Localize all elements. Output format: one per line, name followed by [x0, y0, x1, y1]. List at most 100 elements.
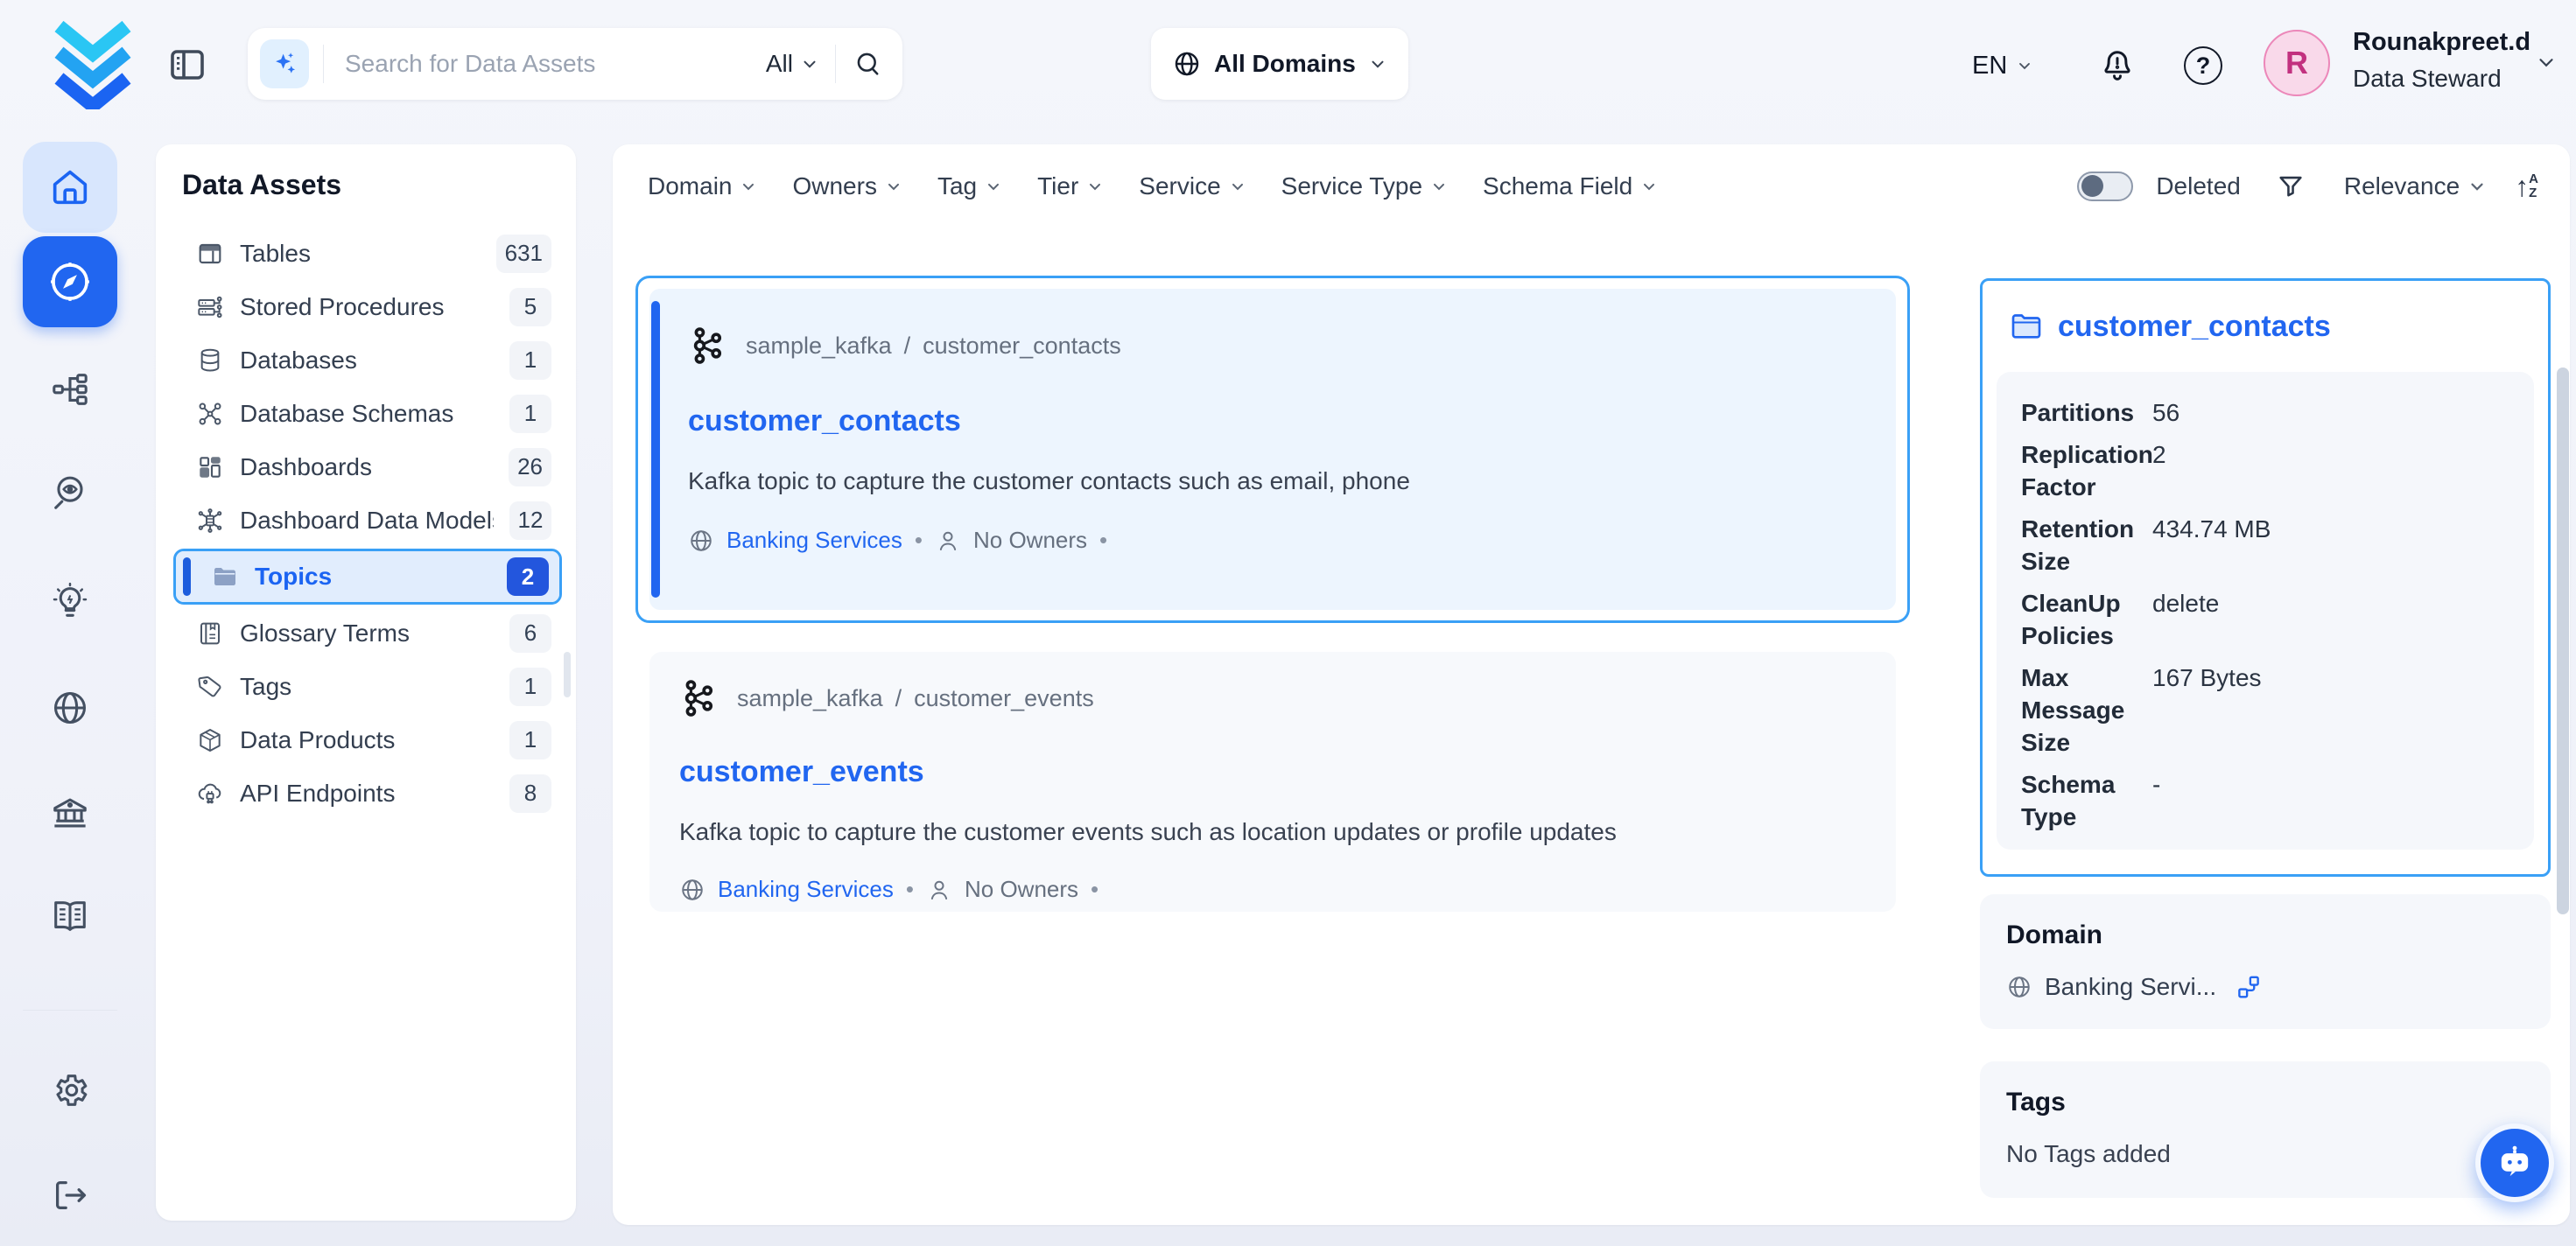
globe-icon: [1172, 49, 1202, 79]
language-dropdown[interactable]: EN: [1972, 0, 2033, 131]
result-card-body: sample_kafka / customer_contacts custome…: [649, 289, 1896, 610]
sidebar-item-tags[interactable]: Tags 1: [173, 660, 562, 713]
sidebar-scrollbar[interactable]: [564, 652, 571, 697]
domain-value[interactable]: Banking Servi...: [2045, 973, 2216, 1001]
topic-config-box: Partitions56 Replication Factor2 Retenti…: [1997, 372, 2534, 850]
preview-title-link[interactable]: customer_contacts: [2058, 310, 2331, 344]
breadcrumb-name[interactable]: customer_events: [914, 685, 1094, 712]
domain-heading: Domain: [2006, 920, 2524, 950]
observability-icon[interactable]: [50, 472, 90, 513]
dot-separator: •: [915, 527, 923, 554]
glossary-book-icon[interactable]: [50, 896, 90, 936]
chat-bot-button[interactable]: [2475, 1124, 2554, 1202]
nav-home[interactable]: [23, 142, 117, 233]
nav-rail: [0, 131, 140, 1246]
avatar[interactable]: R: [2264, 30, 2330, 96]
filter-service[interactable]: Service: [1139, 172, 1246, 200]
chevron-down-icon[interactable]: [2535, 51, 2558, 74]
property-row: Partitions56: [2021, 396, 2534, 429]
result-card-customer-events[interactable]: sample_kafka / customer_events customer_…: [649, 652, 1896, 912]
sort-arrow-glyph: ↑: [2515, 172, 2529, 200]
sidebar-item-database-schemas[interactable]: Database Schemas 1: [173, 387, 562, 440]
sidebar-item-dashboard-data-models[interactable]: Dashboard Data Models 12: [173, 494, 562, 547]
dashboard-icon: [196, 453, 224, 481]
sort-z-glyph: Z: [2529, 186, 2538, 200]
asset-domain-link[interactable]: Banking Services: [718, 876, 894, 903]
glossary-term-icon: [196, 620, 224, 648]
chevron-down-icon: [885, 178, 902, 195]
sidebar-item-glossary-terms[interactable]: Glossary Terms 6: [173, 606, 562, 660]
sidebar-item-stored-procedures[interactable]: Stored Procedures 5: [173, 280, 562, 333]
govern-bank-icon[interactable]: [50, 793, 90, 833]
api-cloud-icon: [196, 780, 224, 808]
logout-icon[interactable]: [50, 1175, 90, 1215]
hierarchy-link-icon[interactable]: [2236, 974, 2262, 1000]
search-scope-dropdown[interactable]: All: [766, 50, 819, 78]
filter-funnel-icon[interactable]: [2276, 172, 2306, 201]
ai-sparkle-icon[interactable]: [260, 39, 309, 88]
result-card-customer-contacts[interactable]: sample_kafka / customer_contacts custome…: [635, 276, 1910, 623]
folder-icon: [2009, 309, 2044, 344]
sidebar-item-dashboards[interactable]: Dashboards 26: [173, 440, 562, 494]
sort-by-dropdown[interactable]: Relevance: [2344, 172, 2487, 200]
user-menu[interactable]: Rounakpreet.d Data Steward: [2353, 26, 2530, 94]
property-value: -: [2152, 768, 2534, 833]
filter-service-type[interactable]: Service Type: [1281, 172, 1448, 200]
active-indicator-bar: [183, 557, 191, 596]
nav-explore[interactable]: [23, 236, 117, 327]
filter-label: Service: [1139, 172, 1220, 200]
sidebar-item-tables[interactable]: Tables 631: [173, 227, 562, 280]
user-name: Rounakpreet.d: [2353, 26, 2530, 60]
search-icon[interactable]: [853, 49, 883, 79]
app-root: Search for Data Assets All All Domains E…: [0, 0, 2576, 1246]
help-icon[interactable]: ?: [2184, 0, 2222, 131]
filter-domain[interactable]: Domain: [648, 172, 757, 200]
sidebar-item-topics-selected[interactable]: Topics 2: [173, 549, 562, 605]
asset-title-link[interactable]: customer_events: [679, 755, 924, 789]
domain-selector-dropdown[interactable]: All Domains: [1151, 28, 1408, 100]
property-row: Retention Size434.74 MB: [2021, 513, 2534, 578]
sidebar-item-databases[interactable]: Databases 1: [173, 333, 562, 387]
notifications-bell-icon[interactable]: [2099, 0, 2136, 131]
page-scrollbar[interactable]: [2557, 368, 2569, 914]
filter-label: Service Type: [1281, 172, 1422, 200]
main-content: Domain Owners Tag Tier Service Service T…: [613, 144, 2570, 1225]
database-icon: [196, 346, 224, 374]
domain-selector-label: All Domains: [1214, 50, 1356, 78]
filter-label: Domain: [648, 172, 732, 200]
sidebar-item-data-products[interactable]: Data Products 1: [173, 713, 562, 766]
domain-box: Domain Banking Servi...: [1980, 894, 2551, 1029]
breadcrumb-separator: /: [904, 332, 911, 360]
insights-icon[interactable]: [50, 581, 90, 621]
breadcrumb-service[interactable]: sample_kafka: [746, 332, 892, 360]
dot-separator: •: [1099, 527, 1107, 554]
property-label: Replication Factor: [2021, 438, 2152, 503]
property-value: 56: [2152, 396, 2534, 429]
property-value: 434.74 MB: [2152, 513, 2534, 578]
asset-title-link[interactable]: customer_contacts: [688, 404, 961, 438]
breadcrumb-service[interactable]: sample_kafka: [737, 685, 883, 712]
filter-schema-field[interactable]: Schema Field: [1483, 172, 1658, 200]
filter-owners[interactable]: Owners: [792, 172, 902, 200]
sidebar-item-api-endpoints[interactable]: API Endpoints 8: [173, 766, 562, 820]
sidebar-item-topics[interactable]: Topics 2: [176, 551, 559, 602]
deleted-label: Deleted: [2156, 172, 2241, 200]
asset-meta-row: Banking Services • No Owners •: [688, 527, 1107, 554]
chevron-down-icon: [1229, 178, 1246, 195]
search-input[interactable]: Search for Data Assets: [345, 50, 766, 78]
asset-owners: No Owners: [965, 876, 1078, 903]
breadcrumb-name[interactable]: customer_contacts: [923, 332, 1121, 360]
global-search-bar[interactable]: Search for Data Assets All: [248, 28, 902, 100]
filter-tier[interactable]: Tier: [1037, 172, 1104, 200]
person-icon: [926, 877, 952, 903]
lineage-icon[interactable]: [50, 369, 90, 410]
filter-tag[interactable]: Tag: [937, 172, 1002, 200]
domains-globe-icon[interactable]: [50, 688, 90, 728]
settings-gear-icon[interactable]: [50, 1070, 90, 1110]
asset-description: Kafka topic to capture the customer cont…: [688, 467, 1410, 495]
asset-preview-panel: customer_contacts Partitions56 Replicati…: [1980, 278, 2551, 877]
sidebar-collapse-icon[interactable]: [166, 44, 208, 86]
asset-domain-link[interactable]: Banking Services: [726, 527, 902, 554]
sort-direction-icon[interactable]: ↑ AZ: [2515, 172, 2538, 200]
deleted-toggle[interactable]: [2077, 172, 2133, 201]
